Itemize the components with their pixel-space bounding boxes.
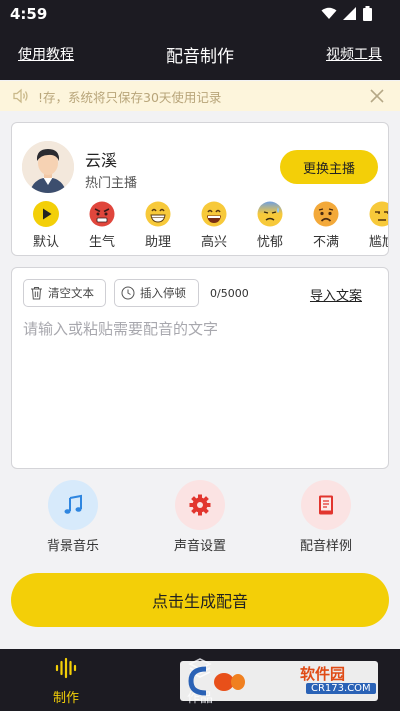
emotion-label: 生气 (88, 235, 115, 250)
watermark-domain: CR173.COM (306, 683, 376, 694)
change-host-button[interactable]: 更换主播 (280, 150, 378, 184)
signal-icon (343, 7, 356, 20)
unamused-face-icon (369, 201, 388, 227)
top-bar: 4:59 使用教程 配音制作 视频工具 (0, 0, 400, 80)
sweat-face-icon (257, 201, 283, 227)
clear-text-label: 清空文本 (48, 286, 94, 300)
avatar[interactable] (22, 141, 74, 193)
watermark-text: 软件园 (300, 665, 346, 683)
import-text-link[interactable]: 导入文案 (310, 285, 362, 304)
voice-settings-button[interactable]: 声音设置 (165, 480, 235, 554)
happy-face-icon (201, 201, 227, 227)
dubbing-samples-button[interactable]: 配音样例 (291, 480, 361, 554)
waveform-icon (55, 657, 77, 679)
notice-bar: !存，系统将只保存30天使用记录 (0, 81, 400, 111)
clock-icon (121, 286, 135, 300)
emotion-default[interactable]: 默认 (24, 201, 68, 250)
text-editor-card: 清空文本 插入停顿 0/5000 导入文案 (11, 267, 389, 469)
emotion-label: 助理 (144, 235, 171, 250)
emotion-happy[interactable]: 高兴 (192, 201, 236, 250)
generate-dubbing-button[interactable]: 点击生成配音 (11, 573, 389, 627)
emotion-angry[interactable]: 生气 (80, 201, 124, 250)
grin-face-icon (145, 201, 171, 227)
speaker-icon (13, 88, 28, 104)
battery-icon (363, 6, 372, 21)
gear-icon (175, 480, 225, 530)
emotion-dissatisfied[interactable]: 不满 (304, 201, 348, 250)
host-card: 云溪 热门主播 更换主播 默认 生气 助理 高兴 忧郁 不满 尴 (11, 122, 389, 256)
host-subtitle: 热门主播 (85, 176, 138, 191)
angry-face-icon (89, 201, 115, 227)
notice-text: !存，系统将只保存30天使用记录 (38, 89, 222, 105)
background-music-button[interactable]: 背景音乐 (38, 480, 108, 554)
video-tools-link[interactable]: 视频工具 (326, 44, 382, 64)
status-icons (321, 6, 372, 21)
play-icon (33, 201, 59, 227)
book-icon (301, 480, 351, 530)
insert-pause-button[interactable]: 插入停顿 (114, 279, 199, 307)
emotion-label: 尴尬 (368, 235, 388, 250)
host-name: 云溪 (85, 151, 118, 170)
emotion-list: 默认 生气 助理 高兴 忧郁 不满 尴 (22, 201, 388, 253)
wifi-icon (321, 7, 337, 19)
watermark: 软件园 CR173.COM (180, 661, 378, 701)
emotion-gloomy[interactable]: 忧郁 (248, 201, 292, 250)
music-note-icon (48, 480, 98, 530)
emotion-label: 忧郁 (256, 235, 283, 250)
emotion-awkward[interactable]: 尴尬 (360, 201, 388, 250)
tab-create[interactable]: 制作 (36, 657, 96, 706)
character-count: 0/5000 (210, 287, 249, 300)
close-icon[interactable] (368, 87, 386, 105)
status-time: 4:59 (10, 5, 48, 23)
insert-pause-label: 插入停顿 (140, 286, 186, 300)
clear-text-button[interactable]: 清空文本 (23, 279, 106, 307)
tool-label: 声音设置 (173, 539, 226, 554)
trash-icon (31, 287, 42, 300)
watermark-logo (188, 666, 245, 696)
emotion-label: 高兴 (200, 235, 227, 250)
frown-face-icon (313, 201, 339, 227)
tab-label: 制作 (52, 691, 79, 706)
emotion-assistant[interactable]: 助理 (136, 201, 180, 250)
dubbing-text-input[interactable] (23, 318, 377, 458)
tool-label: 背景音乐 (46, 539, 99, 554)
emotion-label: 不满 (312, 235, 339, 250)
tool-label: 配音样例 (299, 539, 352, 554)
emotion-label: 默认 (32, 235, 59, 250)
